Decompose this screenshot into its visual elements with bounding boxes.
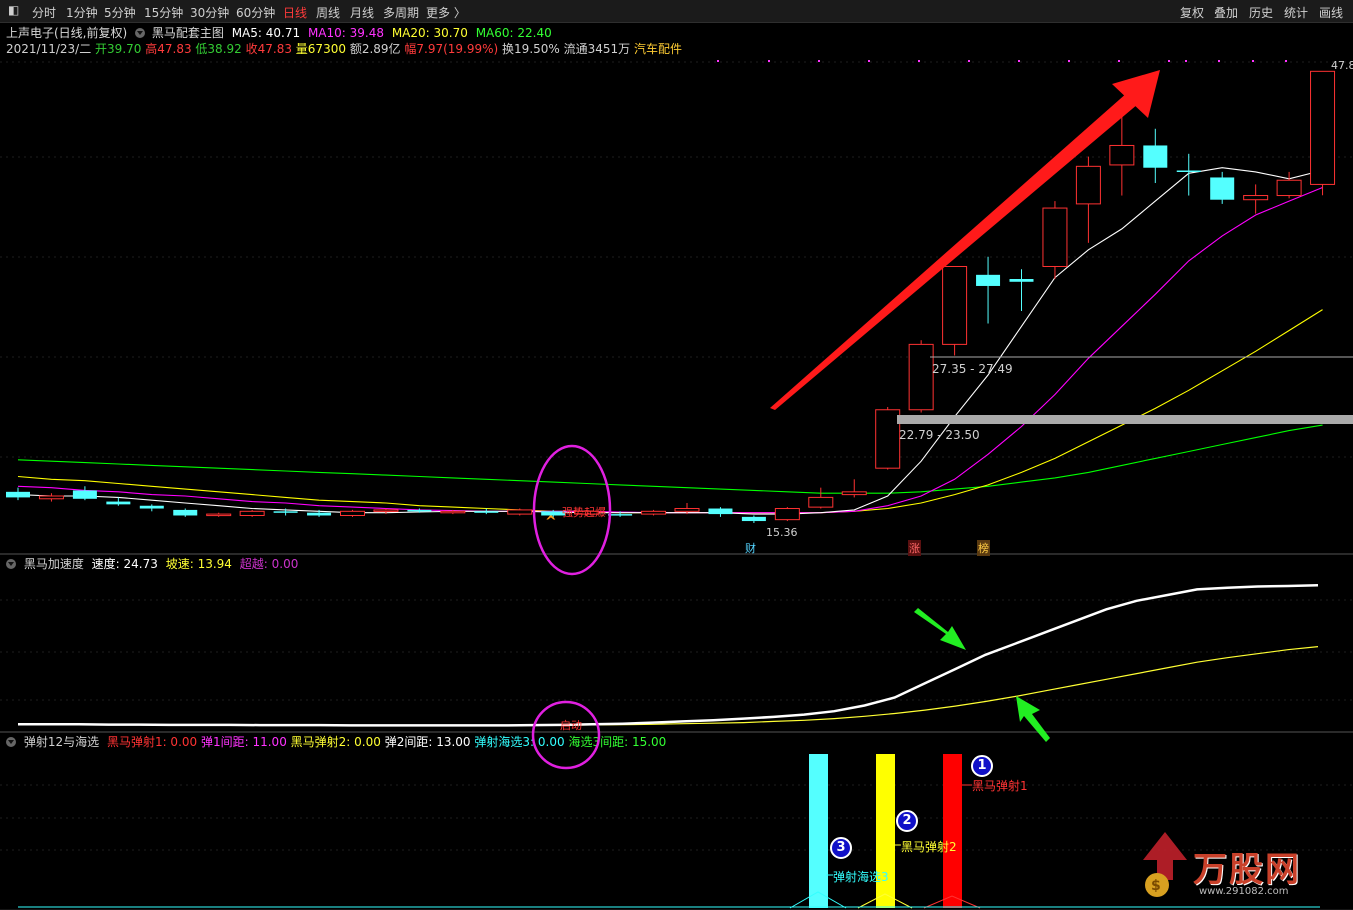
- candle-body: [1210, 177, 1235, 200]
- highlight-circle: [531, 700, 601, 770]
- candle-body: [106, 501, 131, 505]
- candle-body: [674, 508, 700, 512]
- range-label-2: 22.79 - 23.50: [899, 428, 980, 442]
- candle-body: [1276, 179, 1302, 197]
- candle-body: [774, 508, 800, 521]
- watermark-logo: $ 万股网 www.291082.com: [1135, 830, 1335, 905]
- signal-bar: [943, 754, 962, 908]
- badge-2: 2: [896, 810, 918, 832]
- signal-dot: [868, 60, 870, 62]
- candle-body: [641, 510, 667, 515]
- candle-body: [741, 516, 766, 522]
- ma60-line: [17, 424, 1323, 494]
- signal-dot: [1168, 60, 1170, 62]
- candle-body: [1176, 170, 1201, 173]
- candle-body: [708, 508, 733, 515]
- signal-dot: [1252, 60, 1254, 62]
- candle-body: [1243, 195, 1269, 201]
- candle-body: [1075, 165, 1101, 205]
- candle-body: [474, 511, 499, 513]
- candle-body: [841, 491, 867, 496]
- high-price-label: 47.83: [1331, 59, 1353, 72]
- bar1-label: 黑马弹射1: [972, 779, 1028, 793]
- brand-name: 万股网: [1193, 850, 1301, 890]
- candle-body: [908, 343, 934, 411]
- candle-body: [139, 505, 164, 509]
- candle-body: [273, 511, 298, 513]
- signal-dot: [968, 60, 970, 62]
- signal-dot: [768, 60, 770, 62]
- signal-dot: [1285, 60, 1287, 62]
- signal-text: 强势起爆: [562, 506, 606, 519]
- signal2-text: 启动: [560, 719, 582, 732]
- brand-url: www.291082.com: [1199, 886, 1289, 897]
- signal-dot: [818, 60, 820, 62]
- trend-arrow-icon: [770, 70, 1160, 410]
- candle-body: [173, 509, 198, 516]
- signal-dot: [1185, 60, 1187, 62]
- candle-body: [1143, 145, 1168, 168]
- candle-body: [373, 509, 399, 512]
- ranking-marker[interactable]: 榜: [977, 540, 990, 556]
- candle-body: [875, 409, 901, 469]
- candle-body: [440, 510, 466, 514]
- low-price-label: 15.36: [766, 526, 798, 539]
- badge-3: 3: [830, 837, 852, 859]
- candle-body: [1310, 70, 1336, 185]
- signal-bar: [809, 754, 828, 908]
- candle-body: [239, 510, 265, 516]
- bar3-label: 弹射海选3: [833, 870, 889, 884]
- green-arrow-icon: [914, 608, 1050, 742]
- candle-body: [608, 514, 633, 516]
- badge-1: 1: [971, 755, 993, 777]
- bar2-label: 黑马弹射2: [901, 840, 957, 854]
- signal-dot: [1068, 60, 1070, 62]
- ma5-line: [17, 167, 1323, 515]
- signal-dot: [1018, 60, 1020, 62]
- coin-arrow-icon: $: [1143, 832, 1187, 897]
- candle-body: [507, 509, 533, 515]
- candle-body: [38, 495, 64, 500]
- arrow-2: [1016, 696, 1050, 742]
- candle-body: [307, 512, 332, 516]
- candle-body: [808, 496, 834, 508]
- candle-body: [72, 490, 97, 499]
- candle-body: [942, 265, 968, 345]
- signal-dot: [1218, 60, 1220, 62]
- range-label-1: 27.35 - 27.49: [932, 362, 1013, 376]
- signal-dot: [717, 60, 719, 62]
- kline-chart[interactable]: ^: [0, 0, 1353, 910]
- ma20-line: [17, 309, 1323, 514]
- candle-body: [1109, 144, 1135, 166]
- candle-body: [976, 274, 1001, 286]
- candle-body: [1009, 279, 1034, 282]
- limit-up-marker[interactable]: 涨: [908, 540, 921, 556]
- candle-body: [1042, 207, 1068, 267]
- slope-line: [18, 646, 1319, 727]
- candle-body: [206, 513, 232, 517]
- candle-body: [340, 510, 365, 516]
- svg-text:$: $: [1151, 878, 1161, 894]
- speed-line: [18, 583, 1319, 727]
- signal-dot: [1118, 60, 1120, 62]
- candle-body: [6, 491, 30, 498]
- support-band: [897, 415, 1353, 424]
- candle-body: [407, 509, 432, 512]
- signal-dot: [918, 60, 920, 62]
- up-marker-icon: ^: [545, 514, 557, 530]
- finance-marker[interactable]: 财: [745, 540, 756, 556]
- arrow-1: [914, 608, 966, 650]
